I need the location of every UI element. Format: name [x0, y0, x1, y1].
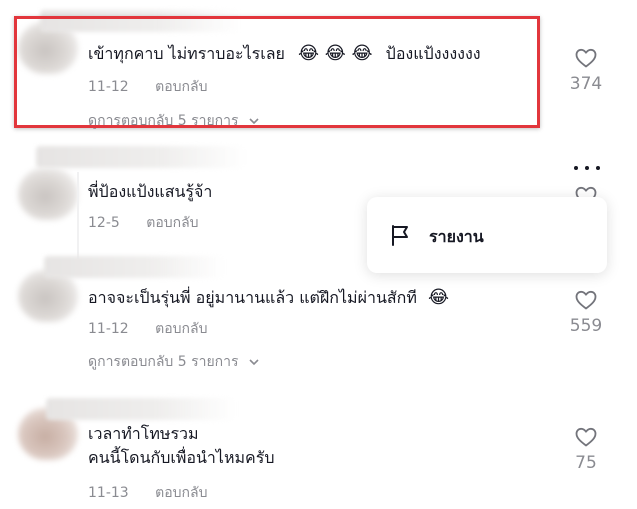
comment-date: 12-5: [88, 215, 120, 231]
report-popover[interactable]: รายงาน: [367, 197, 607, 273]
like-count: 559: [569, 316, 603, 336]
avatar[interactable]: [18, 168, 78, 220]
username-blurred: [44, 256, 224, 278]
report-label: รายงาน: [429, 227, 484, 246]
more-options-button[interactable]: [572, 158, 602, 178]
reply-button[interactable]: ตอบกลับ: [155, 321, 207, 337]
heart-outline-icon[interactable]: [574, 288, 598, 312]
highlight-box: [14, 16, 540, 128]
comment-meta: 11-12 ตอบกลับ: [88, 318, 207, 340]
like-control[interactable]: 559: [556, 288, 616, 336]
comment-text: อาจจะเป็นรุ่นพี่ อยู่มานานแล้ว แต่ฝึกไม่…: [88, 287, 450, 308]
view-replies-button[interactable]: ดูการตอบกลับ 5 รายการ: [88, 351, 259, 373]
comment-text: พี่ป้องแป้งแสนรู้จ้า: [88, 182, 213, 201]
chevron-down-icon: [249, 359, 259, 366]
comment-meta: 12-5 ตอบกลับ: [88, 212, 199, 234]
more-dot-icon: [596, 166, 600, 170]
like-control[interactable]: 374: [556, 46, 616, 94]
comment-date: 11-13: [88, 485, 129, 501]
like-count: 374: [569, 74, 603, 94]
more-dot-icon: [574, 166, 578, 170]
laughing-emoji: 😂: [427, 287, 450, 308]
reply-button[interactable]: ตอบกลับ: [155, 485, 207, 501]
like-control[interactable]: 75: [556, 425, 616, 473]
username-blurred: [36, 146, 246, 168]
comment-meta: 11-13 ตอบกลับ: [88, 482, 207, 504]
heart-outline-icon[interactable]: [574, 425, 598, 449]
more-dot-icon: [585, 166, 589, 170]
comment-text: เวลาทำโทษรวม คนนี้โดนกับเพื่อนำไหมครับ: [88, 424, 275, 467]
divider: [77, 172, 79, 264]
reply-button[interactable]: ตอบกลับ: [146, 215, 198, 231]
username-blurred: [46, 398, 236, 420]
flag-icon: [392, 225, 408, 246]
comment-date: 11-12: [88, 321, 129, 337]
like-count: 75: [575, 453, 597, 473]
heart-outline-icon[interactable]: [574, 46, 598, 70]
